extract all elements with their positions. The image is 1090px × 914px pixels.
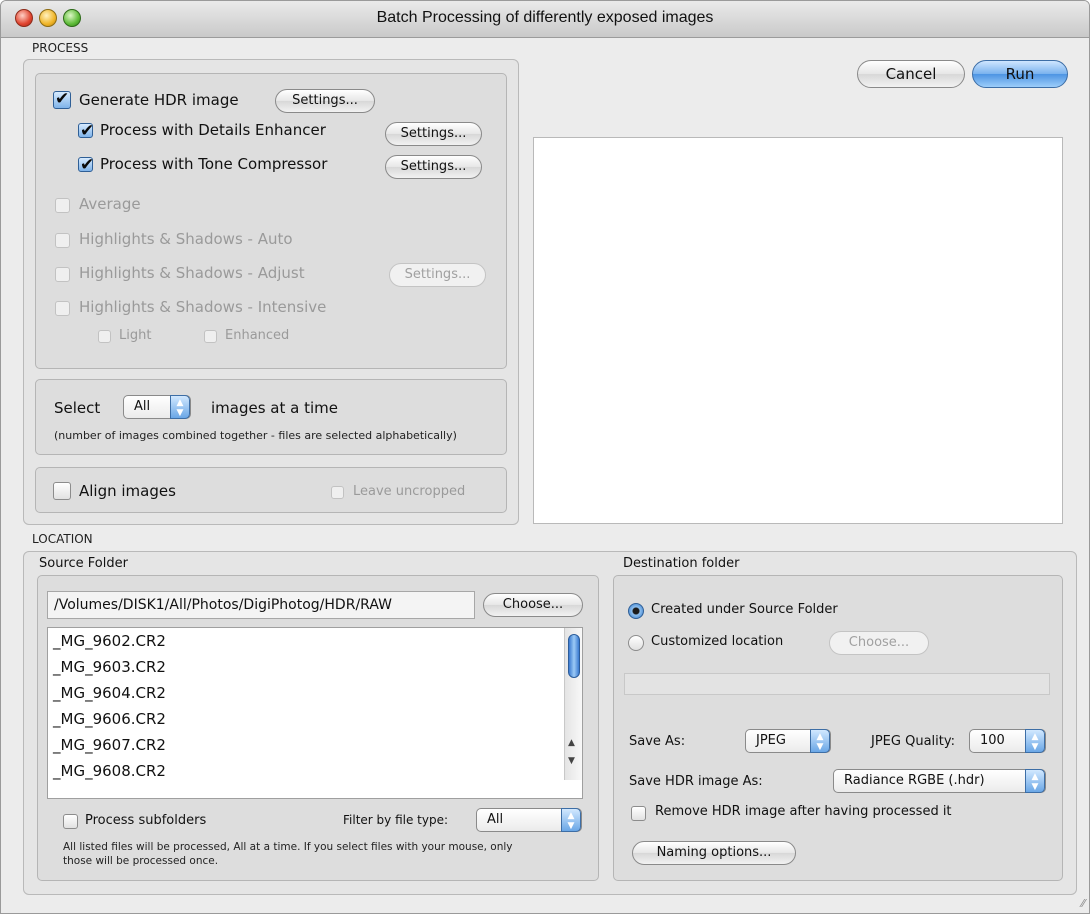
resize-grip-icon[interactable]: ⁄⁄: [1081, 897, 1085, 910]
hs-adjust-settings-button[interactable]: Settings...: [389, 263, 486, 287]
source-choose-button[interactable]: Choose...: [483, 593, 583, 617]
process-section-label: PROCESS: [32, 41, 89, 55]
customized-location-radio[interactable]: [628, 635, 644, 651]
source-path-field[interactable]: /Volumes/DISK1/All/Photos/DigiPhotog/HDR…: [47, 591, 475, 619]
details-enhancer-label: Process with Details Enhancer: [100, 121, 326, 139]
align-images-label: Align images: [79, 482, 176, 500]
scroll-up-arrow-icon[interactable]: ▲: [568, 738, 575, 748]
file-list-scrollbar[interactable]: ▲ ▼: [564, 628, 582, 780]
updown-arrows-icon: ▲ ▼: [810, 729, 830, 753]
list-item[interactable]: _MG_9602.CR2: [53, 632, 166, 650]
images-at-a-time-value: All: [134, 399, 151, 414]
naming-options-button[interactable]: Naming options...: [632, 841, 796, 865]
hs-adjust-label: Highlights & Shadows - Adjust: [79, 264, 305, 282]
hs-intensive-checkbox[interactable]: [55, 301, 70, 316]
images-at-a-time-select[interactable]: All ▲ ▼: [123, 395, 191, 419]
updown-arrows-icon: ▲ ▼: [170, 395, 190, 419]
custom-location-field[interactable]: [624, 673, 1050, 695]
hdr-settings-button[interactable]: Settings...: [275, 89, 375, 113]
source-note-line2: those will be processed once.: [63, 855, 219, 867]
light-label: Light: [119, 328, 152, 343]
preview-area: [533, 137, 1063, 524]
location-section-label: LOCATION: [32, 532, 93, 546]
save-hdr-as-value: Radiance RGBE (.hdr): [844, 773, 985, 788]
save-hdr-as-select[interactable]: Radiance RGBE (.hdr) ▲ ▼: [833, 769, 1046, 793]
enhanced-label: Enhanced: [225, 328, 290, 343]
batch-processing-window: Batch Processing of differently exposed …: [0, 0, 1090, 914]
source-folder-title: Source Folder: [39, 556, 128, 571]
align-images-checkbox[interactable]: [53, 482, 71, 500]
process-options-box: [35, 73, 507, 369]
destination-folder-title: Destination folder: [623, 556, 740, 571]
updown-arrows-icon: ▲ ▼: [1025, 769, 1045, 793]
save-as-label: Save As:: [629, 734, 686, 749]
save-as-value: JPEG: [756, 733, 786, 748]
hs-intensive-label: Highlights & Shadows - Intensive: [79, 298, 327, 316]
light-checkbox[interactable]: [98, 330, 111, 343]
list-item[interactable]: _MG_9604.CR2: [53, 684, 166, 702]
cancel-button[interactable]: Cancel: [857, 60, 965, 88]
updown-arrows-icon: ▲ ▼: [1025, 729, 1045, 753]
destination-choose-button[interactable]: Choose...: [829, 631, 929, 655]
source-file-list[interactable]: _MG_9602.CR2 _MG_9603.CR2 _MG_9604.CR2 _…: [47, 627, 583, 799]
customized-location-label: Customized location: [651, 634, 784, 649]
window-title: Batch Processing of differently exposed …: [376, 9, 714, 26]
process-subfolders-checkbox[interactable]: [63, 814, 78, 829]
filter-file-type-select[interactable]: All ▲ ▼: [476, 808, 582, 832]
tone-compressor-checkbox[interactable]: [78, 155, 94, 175]
details-enhancer-settings-button[interactable]: Settings...: [385, 122, 482, 146]
list-item[interactable]: _MG_9607.CR2: [53, 736, 166, 754]
list-item[interactable]: _MG_9608.CR2: [53, 762, 166, 780]
jpeg-quality-label: JPEG Quality:: [871, 734, 955, 749]
remove-hdr-checkbox[interactable]: [631, 806, 646, 821]
jpeg-quality-select[interactable]: 100 ▲ ▼: [969, 729, 1046, 753]
filter-file-type-value: All: [487, 812, 504, 827]
leave-uncropped-checkbox[interactable]: [331, 486, 344, 499]
source-note-line1: All listed files will be processed, All …: [63, 841, 513, 853]
save-hdr-as-label: Save HDR image As:: [629, 774, 763, 789]
enhanced-checkbox[interactable]: [204, 330, 217, 343]
process-subfolders-label: Process subfolders: [85, 813, 207, 828]
remove-hdr-label: Remove HDR image after having processed …: [655, 804, 952, 819]
filter-file-type-label: Filter by file type:: [343, 813, 449, 827]
select-images-box: [35, 379, 507, 455]
details-enhancer-checkbox[interactable]: [78, 121, 94, 141]
hs-auto-label: Highlights & Shadows - Auto: [79, 230, 293, 248]
select-note: (number of images combined together - fi…: [54, 429, 457, 442]
select-suffix-label: images at a time: [211, 399, 338, 417]
title-bar: Batch Processing of differently exposed …: [1, 1, 1089, 38]
run-button[interactable]: Run: [972, 60, 1068, 88]
destination-folder-box: [613, 575, 1063, 881]
save-as-select[interactable]: JPEG ▲ ▼: [745, 729, 831, 753]
scroll-down-arrow-icon[interactable]: ▼: [568, 756, 575, 766]
created-under-source-radio[interactable]: [628, 603, 644, 619]
generate-hdr-checkbox[interactable]: [53, 89, 71, 109]
tone-compressor-settings-button[interactable]: Settings...: [385, 155, 482, 179]
jpeg-quality-value: 100: [980, 733, 1005, 748]
list-item[interactable]: _MG_9603.CR2: [53, 658, 166, 676]
average-checkbox[interactable]: [55, 198, 70, 213]
generate-hdr-label: Generate HDR image: [79, 91, 239, 109]
created-under-source-label: Created under Source Folder: [651, 602, 838, 617]
average-label: Average: [79, 195, 141, 213]
hs-auto-checkbox[interactable]: [55, 233, 70, 248]
hs-adjust-checkbox[interactable]: [55, 267, 70, 282]
list-item[interactable]: _MG_9606.CR2: [53, 710, 166, 728]
scrollbar-thumb[interactable]: [568, 634, 580, 678]
tone-compressor-label: Process with Tone Compressor: [100, 155, 328, 173]
select-prefix-label: Select: [54, 399, 101, 417]
updown-arrows-icon: ▲ ▼: [561, 808, 581, 832]
leave-uncropped-label: Leave uncropped: [353, 484, 466, 499]
